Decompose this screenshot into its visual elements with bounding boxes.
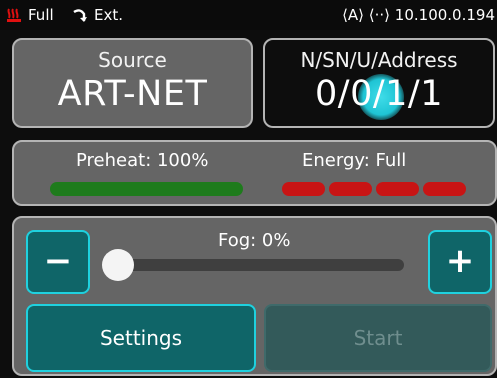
address-box[interactable]: N/SN/U/Address 0/0/1/1 xyxy=(263,38,495,128)
address-sep-3: / xyxy=(407,74,421,114)
network-status: ⟨A⟩ ⟨··⟩ 10.100.0.194 xyxy=(342,6,495,24)
source-label: Source xyxy=(98,48,167,72)
increase-fog-button[interactable]: + xyxy=(428,230,492,294)
fog-level-label: Fog: 0% xyxy=(218,230,291,251)
fog-slider-track[interactable] xyxy=(104,259,404,271)
address-label: N/SN/U/Address xyxy=(300,48,458,72)
source-box[interactable]: Source ART-NET xyxy=(12,38,253,128)
address-sn[interactable]: 0 xyxy=(350,74,373,114)
address-u[interactable]: 1 xyxy=(385,74,408,114)
settings-button[interactable]: Settings xyxy=(26,304,256,372)
decrease-fog-button[interactable]: − xyxy=(26,230,90,294)
heater-icon xyxy=(7,8,21,22)
preheat-label: Preheat: 100% xyxy=(76,150,209,171)
fog-slider-knob[interactable] xyxy=(102,249,134,281)
preheat-bar xyxy=(50,182,243,196)
fuel-status: Full xyxy=(28,6,54,24)
source-value: ART-NET xyxy=(57,74,208,114)
control-panel: − Fog: 0% + Settings Start xyxy=(12,216,497,376)
energy-segment xyxy=(282,182,325,196)
address-sep-2: / xyxy=(372,74,386,114)
energy-segment xyxy=(329,182,372,196)
address-value[interactable]: 0/0/1/1 xyxy=(265,74,493,114)
energy-segment xyxy=(376,182,419,196)
mode-status: Ext. xyxy=(94,6,124,24)
curve-arrow-icon xyxy=(73,9,87,22)
start-button[interactable]: Start xyxy=(264,304,492,372)
status-bar: Full Ext. ⟨A⟩ ⟨··⟩ 10.100.0.194 xyxy=(0,0,497,30)
energy-segment xyxy=(423,182,466,196)
address-sep-1: / xyxy=(337,74,351,114)
address-n[interactable]: 0 xyxy=(315,74,338,114)
energy-label: Energy: Full xyxy=(302,150,407,171)
address-address[interactable]: 1 xyxy=(420,74,443,114)
status-panel: Preheat: 100% Energy: Full xyxy=(12,140,497,206)
